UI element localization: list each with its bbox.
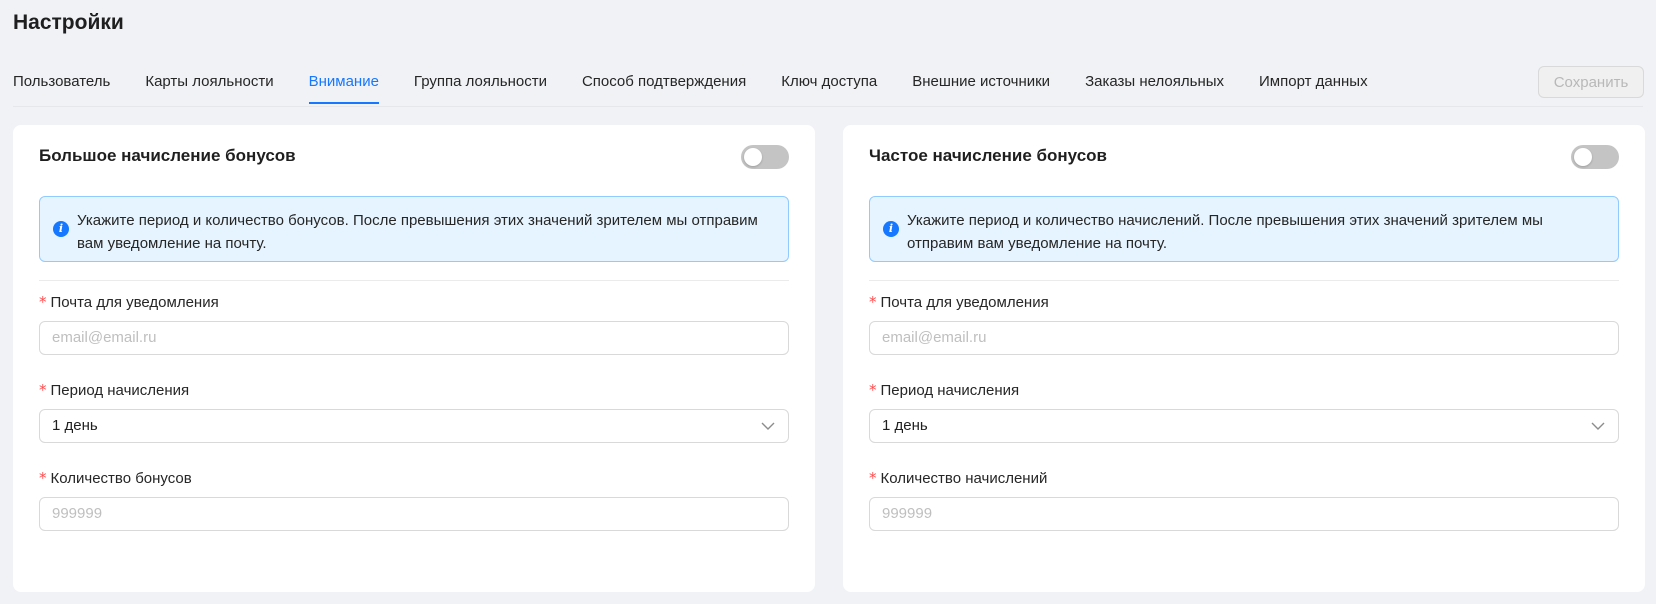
email-field[interactable]: email@email.ru bbox=[39, 321, 789, 355]
info-text: Укажите период и количество бонусов. Пос… bbox=[77, 212, 758, 252]
info-icon: i bbox=[883, 221, 899, 237]
period-select[interactable]: 1 день bbox=[39, 409, 789, 443]
large-bonus-card: Большое начисление бонусов i Укажите пер… bbox=[13, 125, 815, 592]
period-value: 1 день bbox=[882, 417, 928, 434]
divider bbox=[39, 280, 789, 281]
email-field[interactable]: email@email.ru bbox=[869, 321, 1619, 355]
info-alert: i Укажите период и количество начислений… bbox=[869, 196, 1619, 262]
count-label: * Количество начислений bbox=[869, 469, 1048, 487]
email-placeholder: email@email.ru bbox=[882, 329, 987, 346]
tab-loyalty-cards[interactable]: Карты лояльности bbox=[145, 64, 273, 104]
tab-loyalty-group[interactable]: Группа лояльности bbox=[414, 64, 547, 104]
frequent-bonus-card: Частое начисление бонусов i Укажите пери… bbox=[843, 125, 1645, 592]
divider bbox=[869, 280, 1619, 281]
tab-data-import[interactable]: Импорт данных bbox=[1259, 64, 1368, 104]
required-mark: * bbox=[39, 293, 47, 311]
tab-user[interactable]: Пользователь bbox=[13, 64, 110, 104]
required-mark: * bbox=[39, 381, 47, 399]
email-label: * Почта для уведомления bbox=[869, 293, 1049, 311]
info-alert: i Укажите период и количество бонусов. П… bbox=[39, 196, 789, 262]
count-label: * Количество бонусов bbox=[39, 469, 192, 487]
tabs-divider bbox=[13, 106, 1643, 107]
frequent-bonus-toggle[interactable] bbox=[1571, 145, 1619, 169]
count-placeholder: 999999 bbox=[882, 505, 933, 522]
settings-tabs: Пользователь Карты лояльности Внимание Г… bbox=[13, 64, 1403, 106]
tab-external-sources[interactable]: Внешние источники bbox=[912, 64, 1050, 104]
tab-access-key[interactable]: Ключ доступа bbox=[781, 64, 877, 104]
period-label: * Период начисления bbox=[869, 381, 1020, 399]
required-mark: * bbox=[869, 293, 877, 311]
tab-non-loyal-orders[interactable]: Заказы нелояльных bbox=[1085, 64, 1224, 104]
required-mark: * bbox=[869, 469, 877, 487]
info-text: Укажите период и количество начислений. … bbox=[907, 212, 1543, 252]
required-mark: * bbox=[39, 469, 47, 487]
period-value: 1 день bbox=[52, 417, 98, 434]
large-bonus-toggle[interactable] bbox=[741, 145, 789, 169]
required-mark: * bbox=[869, 381, 877, 399]
period-select[interactable]: 1 день bbox=[869, 409, 1619, 443]
email-label: * Почта для уведомления bbox=[39, 293, 219, 311]
count-field[interactable]: 999999 bbox=[869, 497, 1619, 531]
toggle-knob bbox=[1574, 148, 1592, 166]
chevron-down-icon bbox=[1591, 422, 1605, 430]
info-icon: i bbox=[53, 221, 69, 237]
chevron-down-icon bbox=[761, 422, 775, 430]
period-label: * Период начисления bbox=[39, 381, 190, 399]
card-title: Частое начисление бонусов bbox=[869, 146, 1107, 165]
tab-attention[interactable]: Внимание bbox=[308, 64, 380, 104]
tab-confirmation-method[interactable]: Способ подтверждения bbox=[582, 64, 746, 104]
card-title: Большое начисление бонусов bbox=[39, 146, 296, 165]
email-placeholder: email@email.ru bbox=[52, 329, 157, 346]
page-title: Настройки bbox=[13, 11, 124, 34]
toggle-knob bbox=[744, 148, 762, 166]
count-placeholder: 999999 bbox=[52, 505, 103, 522]
save-button[interactable]: Сохранить bbox=[1538, 66, 1644, 98]
count-field[interactable]: 999999 bbox=[39, 497, 789, 531]
